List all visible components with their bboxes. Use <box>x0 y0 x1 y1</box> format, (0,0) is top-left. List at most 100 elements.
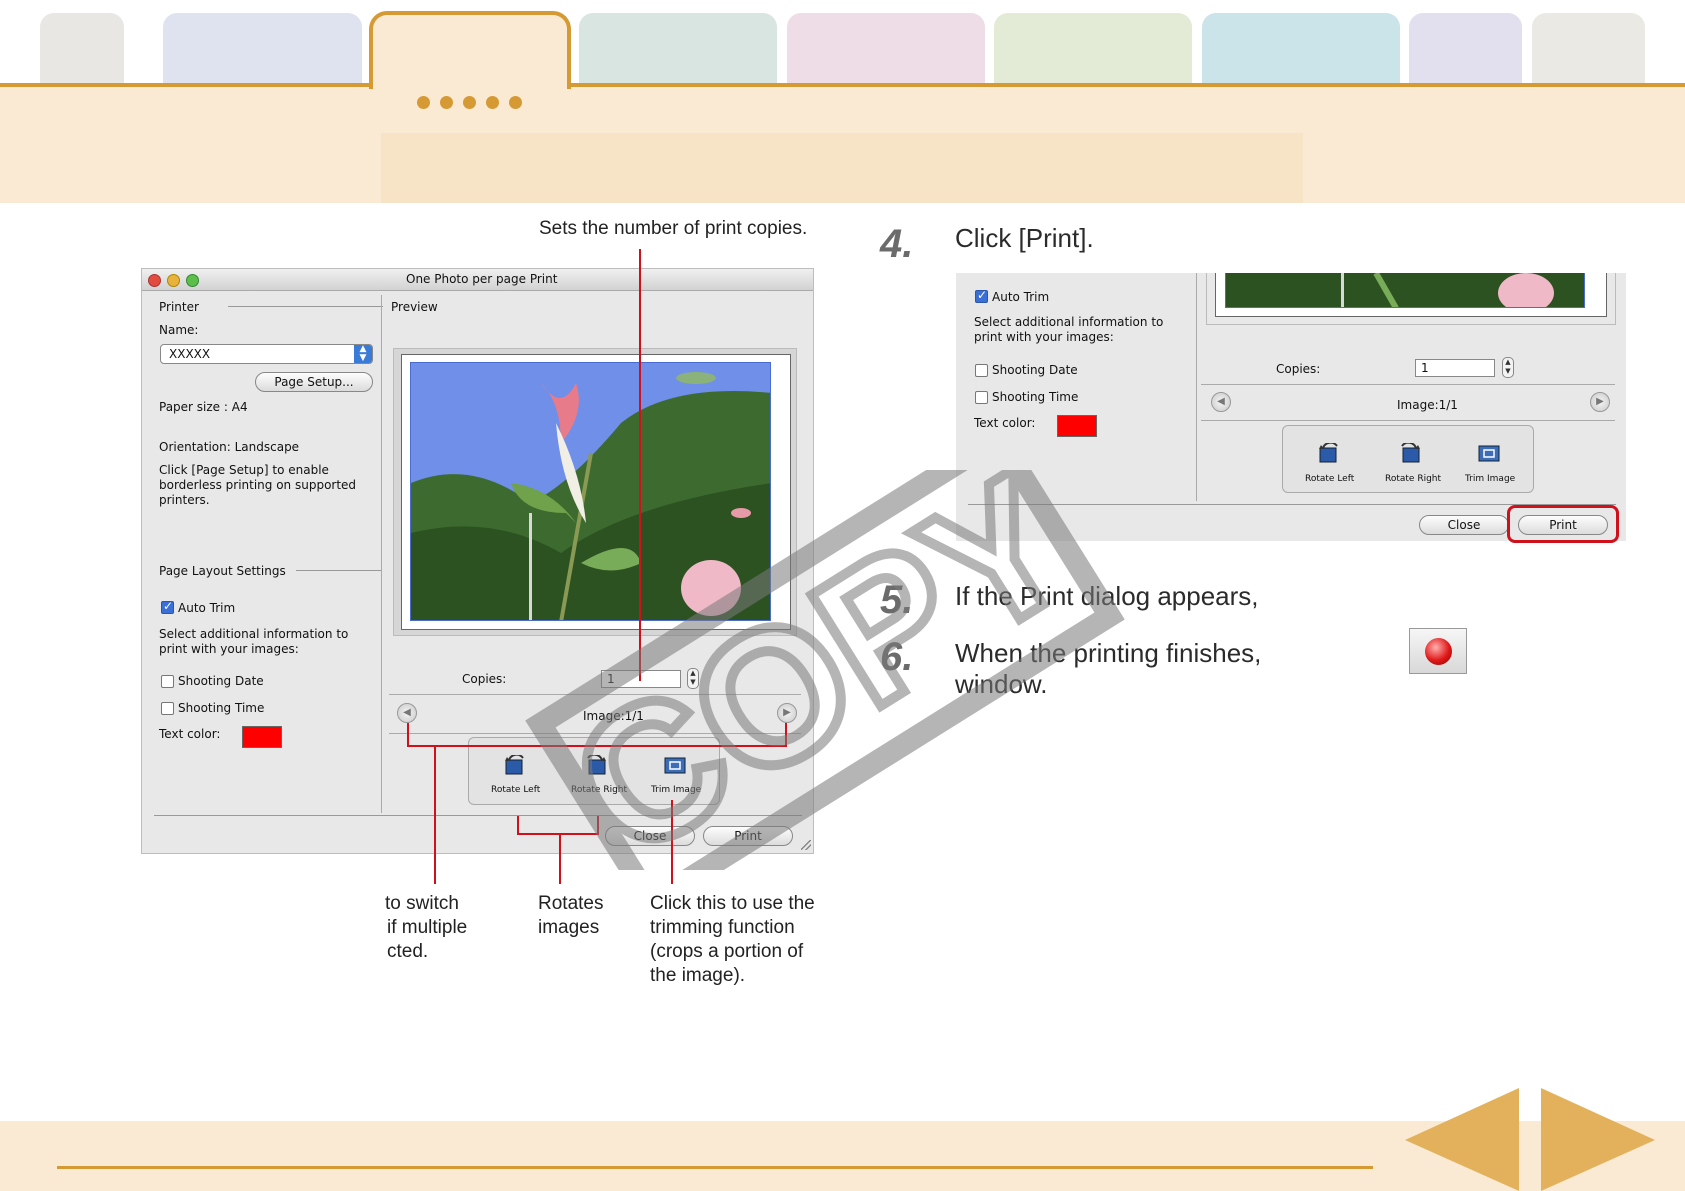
printer-select[interactable]: XXXXX ▲ ▼ <box>160 344 373 364</box>
preview-photo <box>410 362 771 621</box>
resize-grip-icon[interactable] <box>801 840 811 850</box>
next-image-button[interactable]: ▶ <box>1590 392 1610 412</box>
trim-image-label: Trim Image <box>1465 474 1516 484</box>
rotate-right-icon[interactable] <box>1398 441 1422 465</box>
shooting-time-checkbox[interactable] <box>975 391 988 404</box>
zoom-window-icon[interactable] <box>186 274 199 287</box>
auto-trim-label: Auto Trim <box>178 601 236 615</box>
header-line-right <box>567 83 1685 87</box>
trim-image-icon[interactable] <box>1477 443 1501 465</box>
divider <box>154 815 802 816</box>
tab-1[interactable] <box>40 13 124 85</box>
step-5-text: If the Print dialog appears, <box>955 581 1259 611</box>
rotate-right-icon[interactable] <box>584 753 608 777</box>
borderless-note: Click [Page Setup] to enable borderless … <box>159 463 357 507</box>
dialog-title: One Photo per page Print <box>406 272 558 286</box>
copies-label: Copies: <box>1276 362 1321 376</box>
rotate-left-icon[interactable] <box>503 753 527 777</box>
close-button[interactable]: Close <box>605 826 695 846</box>
step-4-number: 4. <box>880 222 914 266</box>
step-5-number: 5. <box>880 578 914 622</box>
auto-trim-checkbox[interactable] <box>975 288 988 303</box>
divider <box>389 733 801 734</box>
minimize-window-icon[interactable] <box>167 274 180 287</box>
flower-photo-image <box>411 363 770 620</box>
tab-8[interactable] <box>1409 13 1522 85</box>
shooting-date-checkbox[interactable] <box>975 364 988 377</box>
print-button-highlight <box>1507 505 1619 543</box>
header-title-area <box>381 133 1303 203</box>
callout-rotates-1: Rotates <box>538 893 604 914</box>
next-image-button[interactable]: ▶ <box>777 703 797 723</box>
record-button-icon <box>1409 628 1467 674</box>
callout-bracket-rotate-left <box>517 816 519 835</box>
text-color-label: Text color: <box>159 727 221 741</box>
trim-image-icon[interactable] <box>663 755 687 777</box>
layout-section-label: Page Layout Settings <box>159 564 286 578</box>
tab-4[interactable] <box>579 13 777 85</box>
rotate-right-label: Rotate Right <box>1385 474 1442 484</box>
next-page-icon[interactable] <box>1541 1088 1655 1191</box>
footer-line <box>57 1166 1373 1169</box>
page-dot <box>417 96 430 109</box>
callout-line-rotate <box>559 834 561 884</box>
additional-info-label: Select additional information to print w… <box>974 315 1164 344</box>
page-dot <box>509 96 522 109</box>
header-line-left <box>0 83 372 87</box>
copies-stepper[interactable]: ▲ ▼ <box>1502 357 1514 378</box>
divider <box>296 570 381 571</box>
text-color-swatch[interactable] <box>1057 415 1097 437</box>
copies-input[interactable]: 1 <box>601 670 681 688</box>
tab-active[interactable] <box>369 11 571 89</box>
previous-image-button[interactable]: ◀ <box>397 703 417 723</box>
copies-value: 1 <box>607 672 615 686</box>
preview-panel-edge <box>1206 273 1616 325</box>
tab-7[interactable] <box>1202 13 1400 85</box>
column-divider <box>381 295 382 813</box>
additional-info-label: Select additional information to print w… <box>159 627 349 656</box>
tab-5[interactable] <box>787 13 985 85</box>
page-dot <box>486 96 499 109</box>
page-dot <box>440 96 453 109</box>
text-color-swatch[interactable] <box>242 726 282 748</box>
rotate-left-icon[interactable] <box>1317 441 1341 465</box>
page-setup-button[interactable]: Page Setup... <box>255 372 373 392</box>
step-6-text-line2: window. <box>955 669 1048 699</box>
callout-copies: Sets the number of print copies. <box>539 218 808 239</box>
divider <box>1201 420 1615 421</box>
shooting-time-label: Shooting Time <box>992 390 1079 404</box>
callout-line-copies <box>639 249 641 681</box>
tab-9[interactable] <box>1532 13 1645 85</box>
divider <box>228 306 383 307</box>
column-divider <box>1196 273 1197 501</box>
preview-label: Preview <box>391 300 438 314</box>
callout-trim-3: (crops a portion of <box>650 941 804 962</box>
copies-label: Copies: <box>462 672 507 686</box>
image-counter: Image:1/1 <box>583 709 644 723</box>
select-arrows-icon: ▲ ▼ <box>354 345 372 363</box>
step-6-number: 6. <box>880 635 914 679</box>
callout-switch-2: if multiple <box>387 917 468 938</box>
tab-2[interactable] <box>163 13 362 85</box>
shooting-time-checkbox[interactable] <box>161 702 174 715</box>
shooting-date-label: Shooting Date <box>992 363 1078 377</box>
auto-trim-checkbox[interactable] <box>161 599 174 614</box>
close-window-icon[interactable] <box>148 274 161 287</box>
paper-size: Paper size : A4 <box>159 400 248 414</box>
printer-section-label: Printer <box>159 300 199 314</box>
copies-stepper[interactable]: ▲ ▼ <box>687 668 699 689</box>
page-dot <box>463 96 476 109</box>
callout-trim-2: trimming function <box>650 917 795 938</box>
callout-switch-3: cted. <box>387 941 429 962</box>
tab-6[interactable] <box>994 13 1192 85</box>
shooting-date-checkbox[interactable] <box>161 675 174 688</box>
close-button[interactable]: Close <box>1419 515 1509 535</box>
copies-input[interactable]: 1 <box>1415 359 1495 377</box>
rotate-right-label: Rotate Right <box>571 785 628 795</box>
print-button[interactable]: Print <box>703 826 793 846</box>
callout-bracket-rotate-right <box>597 816 599 835</box>
callout-switch-1: to switch <box>385 893 459 914</box>
shooting-date-label: Shooting Date <box>178 674 264 688</box>
previous-page-icon[interactable] <box>1405 1088 1519 1191</box>
previous-image-button[interactable]: ◀ <box>1211 392 1231 412</box>
